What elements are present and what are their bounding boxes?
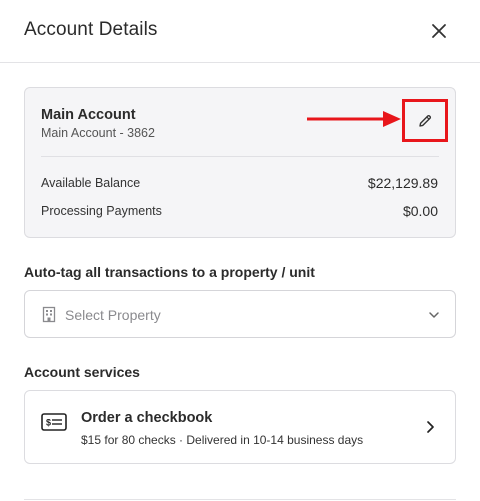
account-name: Main Account (41, 107, 136, 123)
check-icon: $ (41, 413, 67, 431)
autotag-label: Auto-tag all transactions to a property … (24, 264, 315, 280)
service-title: Order a checkbook (81, 410, 213, 426)
annotation-arrow (307, 111, 401, 127)
services-label: Account services (24, 364, 140, 380)
chevron-right-icon (427, 421, 434, 433)
page-title: Account Details (24, 19, 158, 40)
bottom-divider (24, 499, 456, 500)
pencil-icon (419, 114, 432, 127)
header: Account Details (0, 0, 480, 63)
close-icon (432, 24, 446, 38)
processing-payments-label: Processing Payments (41, 204, 162, 218)
order-checkbook-card[interactable]: $ Order a checkbook $15 for 80 checks · … (24, 390, 456, 464)
building-icon (42, 306, 56, 323)
property-select[interactable]: Select Property (24, 290, 456, 338)
available-balance-label: Available Balance (41, 176, 141, 190)
chevron-down-icon (429, 312, 439, 318)
account-subtitle: Main Account - 3862 (41, 126, 155, 140)
processing-payments-value: $0.00 (402, 203, 438, 219)
account-card: Main Account Main Account - 3862 Availab… (24, 87, 456, 238)
close-button[interactable] (428, 20, 450, 42)
service-description: $15 for 80 checks · Delivered in 10-14 b… (81, 433, 364, 447)
select-placeholder: Select Property (65, 307, 161, 323)
edit-account-button[interactable] (402, 99, 448, 142)
card-divider (41, 156, 439, 157)
available-balance-value: $22,129.89 (367, 175, 438, 191)
svg-text:$: $ (46, 418, 51, 428)
